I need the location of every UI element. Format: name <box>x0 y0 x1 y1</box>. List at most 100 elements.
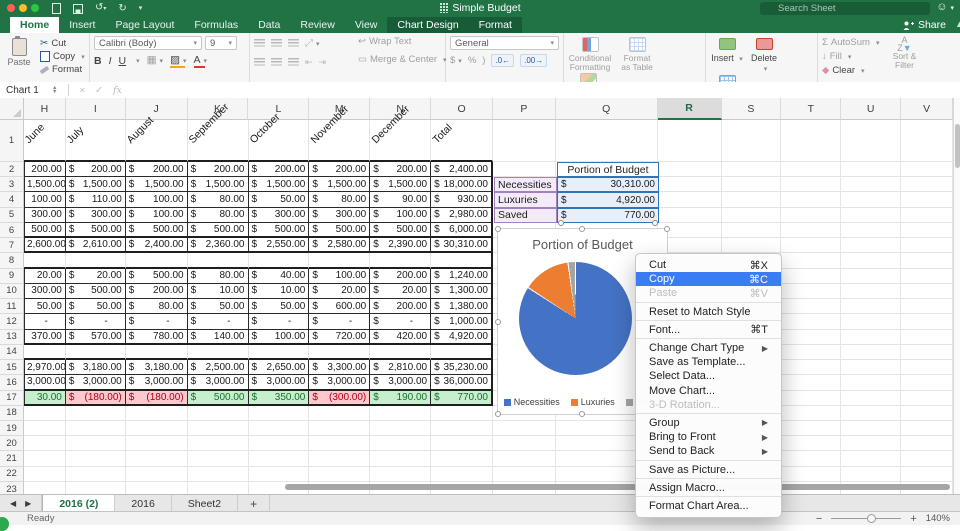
cell-H10[interactable]: 300.00 <box>24 284 66 299</box>
cell-M3[interactable]: $1,500.00 <box>309 177 370 192</box>
cell-V1[interactable] <box>901 120 953 162</box>
cell-T20[interactable] <box>781 436 841 451</box>
zoom-slider-knob[interactable] <box>867 514 876 523</box>
cell-O7[interactable]: $30,310.00 <box>431 238 493 253</box>
cell-H13[interactable]: 370.00 <box>24 330 66 345</box>
cell-N18[interactable] <box>370 406 431 421</box>
menu-item-paste[interactable]: Paste⌘V <box>636 286 781 300</box>
cell-V14[interactable] <box>901 345 953 360</box>
cell-V4[interactable] <box>901 192 953 207</box>
add-sheet-button[interactable]: + <box>238 495 270 512</box>
cell-N22[interactable] <box>370 467 431 482</box>
cell-Q4-value[interactable]: $4,920.00 <box>557 192 659 207</box>
chart-resize-handle[interactable] <box>495 319 501 325</box>
decrease-indent-icon[interactable]: ⇤ <box>305 57 313 68</box>
fill-color-button[interactable]: ▨▾ <box>170 54 186 68</box>
cell-V11[interactable] <box>901 299 953 314</box>
cell-V7[interactable] <box>901 238 953 253</box>
cell-O19[interactable] <box>431 421 493 436</box>
cell-R2[interactable] <box>658 162 722 177</box>
cell-O14[interactable] <box>431 345 493 360</box>
cell-K13[interactable]: $140.00 <box>188 330 249 345</box>
cell-J10[interactable]: $200.00 <box>126 284 188 299</box>
clear-button[interactable]: ◆Clear▾ <box>822 65 879 76</box>
cell-T19[interactable] <box>781 421 841 436</box>
cell-M22[interactable] <box>309 467 370 482</box>
menu-item-save-as-picture[interactable]: Save as Picture... <box>636 462 781 476</box>
cell-L8[interactable] <box>249 253 310 268</box>
menu-item-change-chart-type[interactable]: Change Chart Type▶ <box>636 341 781 355</box>
sheet-tab-2016-2-[interactable]: 2016 (2) <box>42 495 115 512</box>
cell-V3[interactable] <box>901 177 953 192</box>
cell-O12[interactable]: $1,000.00 <box>431 314 493 329</box>
cell-O9[interactable]: $1,240.00 <box>431 269 493 284</box>
cell-L3[interactable]: $1,500.00 <box>249 177 310 192</box>
cell-I13[interactable]: $570.00 <box>66 330 126 345</box>
increase-decimal-button[interactable]: .0← <box>491 54 514 67</box>
cell-N21[interactable] <box>370 451 431 466</box>
cell-J23[interactable] <box>126 482 188 494</box>
cell-K4[interactable]: $80.00 <box>188 192 249 207</box>
cell-P22[interactable] <box>493 467 556 482</box>
pie-chart[interactable] <box>519 262 632 375</box>
row-header-2[interactable]: 2 <box>0 162 24 177</box>
sheet-tab-sheet2[interactable]: Sheet2 <box>172 495 238 512</box>
cell-U9[interactable] <box>841 269 901 284</box>
cell-R5[interactable] <box>658 208 722 223</box>
chart-resize-handle[interactable] <box>664 226 670 232</box>
cell-K19[interactable] <box>188 421 249 436</box>
cell-U19[interactable] <box>841 421 901 436</box>
cell-V8[interactable] <box>901 253 953 268</box>
orientation-icon[interactable]: ⤢▾ <box>305 38 320 49</box>
zoom-in-button[interactable]: + <box>910 513 916 525</box>
cell-N3[interactable]: $1,500.00 <box>370 177 431 192</box>
cell-V21[interactable] <box>901 451 953 466</box>
cell-S5[interactable] <box>722 208 782 223</box>
tab-chart-design[interactable]: Chart Design <box>387 17 468 33</box>
cell-P21[interactable] <box>493 451 556 466</box>
cell-J7[interactable]: $2,400.00 <box>126 238 188 253</box>
cell-N11[interactable]: $200.00 <box>370 299 431 314</box>
cell-J3[interactable]: $1,500.00 <box>126 177 188 192</box>
cell-J5[interactable]: $100.00 <box>126 208 188 223</box>
enter-icon[interactable]: ✓ <box>95 85 103 96</box>
cell-M4[interactable]: $80.00 <box>309 192 370 207</box>
cell-I19[interactable] <box>66 421 126 436</box>
cell-L14[interactable] <box>249 345 310 360</box>
cell-L19[interactable] <box>249 421 310 436</box>
formula-input[interactable] <box>127 82 960 98</box>
cell-I18[interactable] <box>66 406 126 421</box>
cell-N12[interactable]: $- <box>370 314 431 329</box>
cell-L9[interactable]: $40.00 <box>249 269 310 284</box>
cell-H7[interactable]: 2,600.00 <box>24 238 66 253</box>
cell-N16[interactable]: $3,000.00 <box>370 375 431 390</box>
tab-page-layout[interactable]: Page Layout <box>105 17 184 33</box>
row-header-10[interactable]: 10 <box>0 284 24 299</box>
feedback-smiley-icon[interactable]: ☺ ▾ <box>936 1 954 13</box>
cell-T1[interactable] <box>781 120 841 162</box>
cell-I16[interactable]: $3,000.00 <box>66 375 126 390</box>
cell-J22[interactable] <box>126 467 188 482</box>
cell-T4[interactable] <box>781 192 841 207</box>
prev-sheet-arrow-icon[interactable]: ◀ <box>10 499 16 508</box>
sort-filter-button[interactable]: AZ▼ Sort &Filter <box>887 36 921 76</box>
cell-M11[interactable]: $600.00 <box>309 299 370 314</box>
cell-K8[interactable] <box>188 253 249 268</box>
cell-U13[interactable] <box>841 330 901 345</box>
cell-T9[interactable] <box>781 269 841 284</box>
cell-U11[interactable] <box>841 299 901 314</box>
format-painter-button[interactable]: Format <box>40 64 85 75</box>
cell-K11[interactable]: $50.00 <box>188 299 249 314</box>
vertical-scrollbar[interactable] <box>953 98 960 494</box>
cell-K12[interactable]: $- <box>188 314 249 329</box>
cell-L22[interactable] <box>249 467 310 482</box>
merge-center-button[interactable]: ▭Merge & Center▾ <box>358 54 447 65</box>
cell-P5-label[interactable]: Saved <box>494 208 557 223</box>
cell-I5[interactable]: $300.00 <box>66 208 126 223</box>
cell-H4[interactable]: 100.00 <box>24 192 66 207</box>
horizontal-scrollbar-thumb[interactable] <box>285 484 950 490</box>
cell-I7[interactable]: $2,610.00 <box>66 238 126 253</box>
cell-M19[interactable] <box>309 421 370 436</box>
cell-M21[interactable] <box>309 451 370 466</box>
cell-T2[interactable] <box>781 162 841 177</box>
